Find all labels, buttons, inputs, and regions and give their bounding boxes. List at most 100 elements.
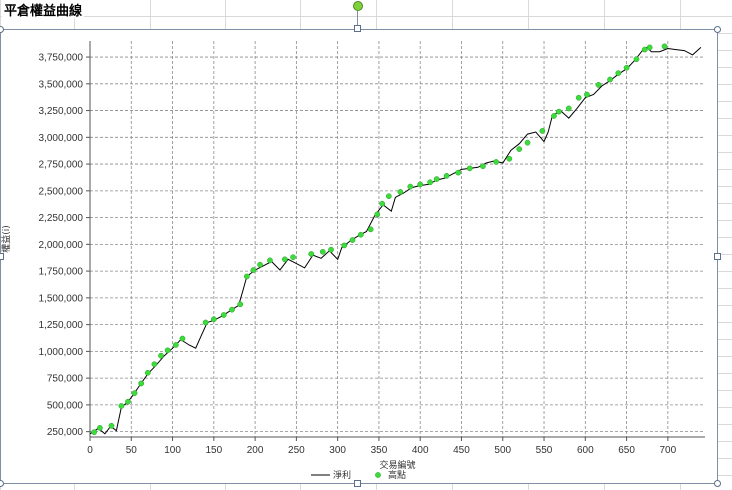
high-point-marker [575,94,582,101]
high-point-marker [237,301,244,308]
y-tick-label: 1,750,000 [39,267,84,278]
high-point-marker [243,273,250,280]
high-point-marker [433,176,440,182]
high-point-marker [407,183,414,190]
legend-label-high-point: 高點 [388,469,406,481]
y-tick-label: 3,250,000 [39,106,84,117]
high-point-marker [385,193,392,200]
high-point-marker [397,189,404,195]
high-point-marker [290,254,296,261]
high-point-marker [641,46,648,53]
high-point-marker [125,398,131,405]
x-tick-label: 550 [536,445,553,456]
y-tick-label: 250,000 [47,427,84,438]
x-tick-label: 700 [660,445,677,456]
high-point-marker [173,342,179,348]
high-point-marker [267,257,273,264]
resize-handle-bottom-right[interactable] [714,480,721,487]
y-tick-label: 3,750,000 [39,53,84,64]
high-point-marker [97,425,103,431]
high-point-marker [118,403,125,409]
high-point-marker [151,361,158,368]
high-point-marker [633,56,640,63]
resize-handle-top-center[interactable] [354,25,361,32]
high-point-marker [250,267,257,273]
high-point-marker [357,231,364,238]
legend-label-net-profit: 淨利 [333,469,351,481]
x-tick-label: 650 [618,445,635,456]
y-tick-label: 500,000 [47,400,84,411]
x-tick-label: 600 [577,445,594,456]
high-point-marker [565,105,572,112]
high-point-marker [661,43,668,50]
y-tick-label: 3,000,000 [39,133,84,144]
high-point-marker [506,155,513,162]
high-point-marker [229,306,235,313]
high-point-marker [374,211,381,218]
x-tick-label: 400 [412,445,429,456]
high-point-marker [108,422,115,429]
high-point-marker [179,335,186,342]
x-tick-label: 350 [371,445,388,456]
high-point-marker [138,380,145,387]
high-point-marker [202,319,209,326]
high-point-marker [623,64,630,71]
high-point-marker [328,246,334,253]
high-point-marker [131,390,138,396]
high-point-marker [493,159,499,165]
resize-handle-middle-right[interactable] [714,253,721,260]
resize-handle-top-right[interactable] [714,26,721,33]
x-tick-label: 200 [247,445,264,456]
high-point-marker [607,76,613,83]
high-point-marker [539,128,546,134]
high-point-marker [443,173,450,179]
resize-handle-bottom-center[interactable] [354,480,361,487]
y-tick-label: 1,250,000 [39,320,84,331]
x-tick-label: 150 [205,445,222,456]
high-point-marker [349,237,356,243]
high-point-marker [281,256,288,263]
x-tick-label: 500 [494,445,511,456]
high-point-marker [210,316,217,323]
high-point-marker [379,200,386,207]
x-tick-label: 250 [288,445,305,456]
high-point-marker [164,347,171,354]
resize-handle-middle-left[interactable] [0,253,4,260]
y-tick-label: 750,000 [47,374,84,385]
high-point-marker [584,91,590,98]
x-tick-label: 0 [87,445,93,456]
x-tick-label: 450 [453,445,470,456]
y-tick-label: 1,000,000 [39,347,84,358]
high-point-marker [257,261,263,268]
high-point-marker [516,146,523,152]
high-point-marker [595,82,602,88]
y-tick-label: 2,000,000 [39,240,84,251]
high-point-marker [220,312,227,318]
x-tick-label: 100 [164,445,181,456]
high-point-marker [646,44,653,51]
x-tick-label: 50 [126,445,138,456]
y-tick-label: 2,500,000 [39,186,84,197]
y-axis-title: 權益(i) [0,225,12,253]
high-point-marker [417,181,424,188]
plot-area [90,41,705,437]
y-tick-label: 1,500,000 [39,293,84,304]
legend-marker-swatch [375,472,381,478]
x-tick-label: 300 [329,445,346,456]
high-point-marker [466,165,473,172]
high-point-marker [158,352,164,359]
high-point-marker [480,163,486,170]
high-point-marker [551,113,557,119]
high-point-marker [341,242,348,249]
equity-chart: 250,000 500,000 750,000 1,000,000 1,250,000 1… [0,41,705,481]
high-point-marker [144,369,151,376]
high-point-marker [319,248,326,255]
high-point-marker [367,226,374,233]
high-point-marker [455,169,462,176]
y-tick-label: 3,500,000 [39,79,84,90]
high-point-marker [427,179,433,186]
y-tick-label: 2,750,000 [39,160,84,171]
high-point-marker [556,108,562,115]
y-tick-label: 2,250,000 [39,213,84,224]
x-axis-title: 交易編號 [379,459,415,471]
